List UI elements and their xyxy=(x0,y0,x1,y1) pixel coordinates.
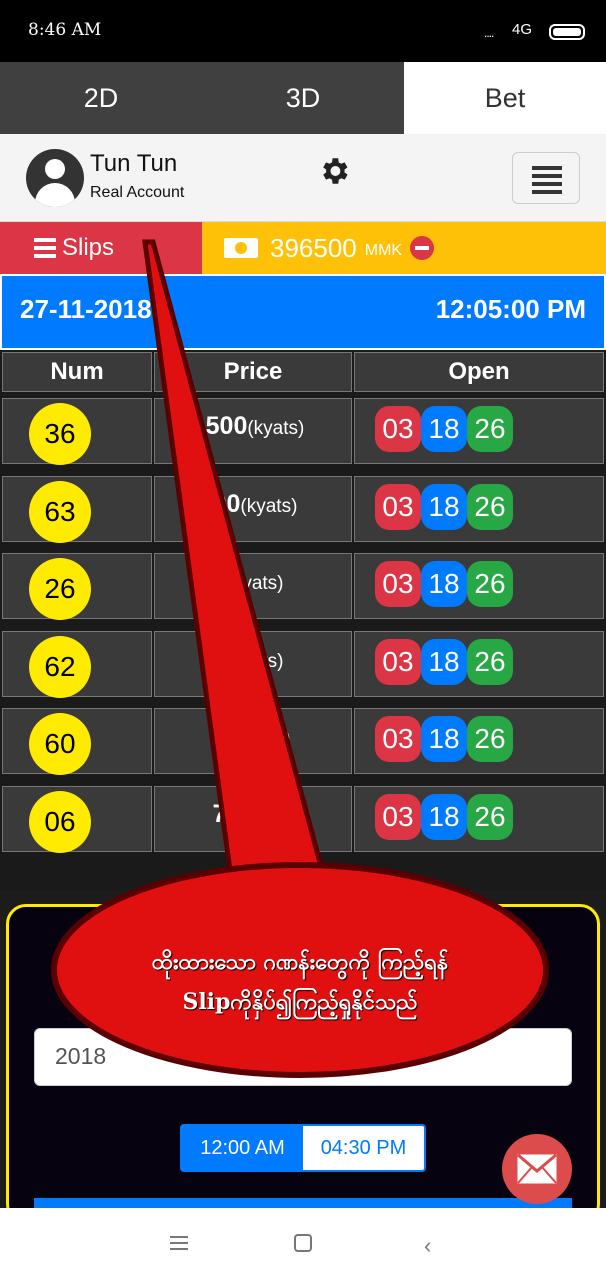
header-open: Open xyxy=(354,352,604,392)
table-row: 06 75(kyats) 03 18 26 xyxy=(0,785,606,854)
price-value: 00(kyats) xyxy=(160,490,350,519)
back-icon[interactable]: ‹ xyxy=(424,1233,431,1259)
time-option-1200am[interactable]: 12:00 AM xyxy=(182,1126,303,1170)
open-number: 03 xyxy=(375,561,421,607)
signal-icon: .... xyxy=(484,26,494,40)
table-row: 36 500(kyats) 03 18 26 xyxy=(0,398,606,466)
history-table-header xyxy=(34,1198,572,1208)
callout-line-2: Slipကိုနှိပ်၍ကြည့်ရှုနိုင်သည် xyxy=(182,989,418,1015)
price-amount: 500 xyxy=(205,412,248,440)
tab-bet[interactable]: Bet xyxy=(404,62,606,134)
number-ball: 06 xyxy=(29,790,91,853)
open-number: 18 xyxy=(421,638,467,685)
slips-button[interactable]: Slips xyxy=(0,222,202,274)
price-amount: 7 xyxy=(219,722,234,750)
open-number: 26 xyxy=(467,483,513,530)
header-num: Num xyxy=(2,352,152,392)
open-number: 18 xyxy=(421,716,467,762)
account-type: Real Account xyxy=(90,184,185,201)
profile-header: Tun Tun Real Account xyxy=(0,134,606,222)
home-icon[interactable] xyxy=(294,1234,312,1252)
number-ball: 36 xyxy=(29,403,91,465)
bet-table: Num Price Open 36 500(kyats) 03 18 26 63 00(ky… xyxy=(0,350,606,890)
recent-apps-icon[interactable] xyxy=(170,1236,188,1250)
price-unit: (kyats) xyxy=(247,418,305,439)
open-number: 26 xyxy=(467,561,513,607)
mail-button[interactable] xyxy=(502,1134,572,1204)
table-row: 60 7(kyats) 03 18 26 xyxy=(0,708,606,776)
table-row: 26 (kyats) 03 18 26 xyxy=(0,553,606,621)
price-value: 7(kyats) xyxy=(160,722,350,751)
price-value: 500(kyats) xyxy=(160,412,350,441)
open-number: 18 xyxy=(421,561,467,607)
time-selector: 12:00 AM 04:30 PM xyxy=(180,1124,426,1172)
price-unit: (kyats) xyxy=(226,573,284,594)
number-ball: 26 xyxy=(29,558,91,620)
user-name: Tun Tun xyxy=(90,150,178,177)
open-number: 03 xyxy=(375,406,421,452)
open-number: 26 xyxy=(467,406,513,452)
time-option-0430pm[interactable]: 04:30 PM xyxy=(303,1126,424,1170)
open-number: 18 xyxy=(421,483,467,530)
draw-date: 27-11-2018 xyxy=(20,294,152,324)
price-value: (kyats) xyxy=(160,645,350,674)
open-number: 03 xyxy=(375,716,421,762)
mail-icon xyxy=(517,1154,557,1184)
number-ball: 63 xyxy=(29,480,91,543)
gear-icon[interactable] xyxy=(317,154,351,188)
price-value: 75(kyats) xyxy=(160,800,350,829)
callout-text: ထိုးထားသော ဂဏန်းတွေကို ကြည့်ရန် Slipကိုန… xyxy=(60,942,540,1022)
price-value: (kyats) xyxy=(160,567,350,596)
header-price: Price xyxy=(154,352,352,392)
tab-bar: 2D 3D Bet xyxy=(0,62,606,134)
price-unit: (kyats) xyxy=(240,495,298,517)
balance-amount: 396500 xyxy=(270,232,357,263)
table-row: 62 (kyats) 03 18 26 xyxy=(0,630,606,699)
status-time: 8:46 AM xyxy=(28,20,102,40)
balance-bar: 396500 MMK xyxy=(202,222,606,274)
open-number: 18 xyxy=(421,406,467,452)
price-unit: (kyats) xyxy=(226,650,284,672)
minus-circle-icon[interactable] xyxy=(410,236,435,260)
slips-label: Slips xyxy=(62,234,115,261)
open-number: 03 xyxy=(375,793,421,840)
open-number: 26 xyxy=(467,716,513,762)
network-type: 4G xyxy=(512,21,533,38)
open-number: 18 xyxy=(421,793,467,840)
number-ball: 60 xyxy=(29,713,91,775)
table-row: 63 00(kyats) 03 18 26 xyxy=(0,475,606,544)
money-icon xyxy=(224,238,258,258)
menu-button[interactable] xyxy=(512,152,580,204)
draw-time: 12:05:00 PM xyxy=(435,294,586,324)
number-ball: 62 xyxy=(29,635,91,698)
open-number: 03 xyxy=(375,638,421,685)
draw-datetime-bar: 27-11-2018 12:05:00 PM xyxy=(0,274,606,350)
status-bar: 8:46 AM .... 4G xyxy=(0,0,606,62)
callout-line-1: ထိုးထားသော ဂဏန်းတွေကို ကြည့်ရန် xyxy=(151,949,449,975)
open-number: 03 xyxy=(375,483,421,530)
price-unit: (kyats) xyxy=(240,805,298,827)
tab-2d[interactable]: 2D xyxy=(0,62,202,134)
tab-3d[interactable]: 3D xyxy=(202,62,404,134)
price-unit: (kyats) xyxy=(233,728,291,749)
balance-currency: MMK xyxy=(364,242,403,259)
date-field[interactable]: 2018 xyxy=(34,1028,572,1086)
system-nav-bar: ‹ xyxy=(0,1208,606,1280)
user-avatar-icon xyxy=(26,149,84,207)
price-amount: 00 xyxy=(212,489,241,518)
battery-icon xyxy=(549,24,585,40)
price-amount: 75 xyxy=(212,799,241,828)
list-icon xyxy=(34,238,56,258)
open-number: 26 xyxy=(467,793,513,840)
open-number: 26 xyxy=(467,638,513,685)
